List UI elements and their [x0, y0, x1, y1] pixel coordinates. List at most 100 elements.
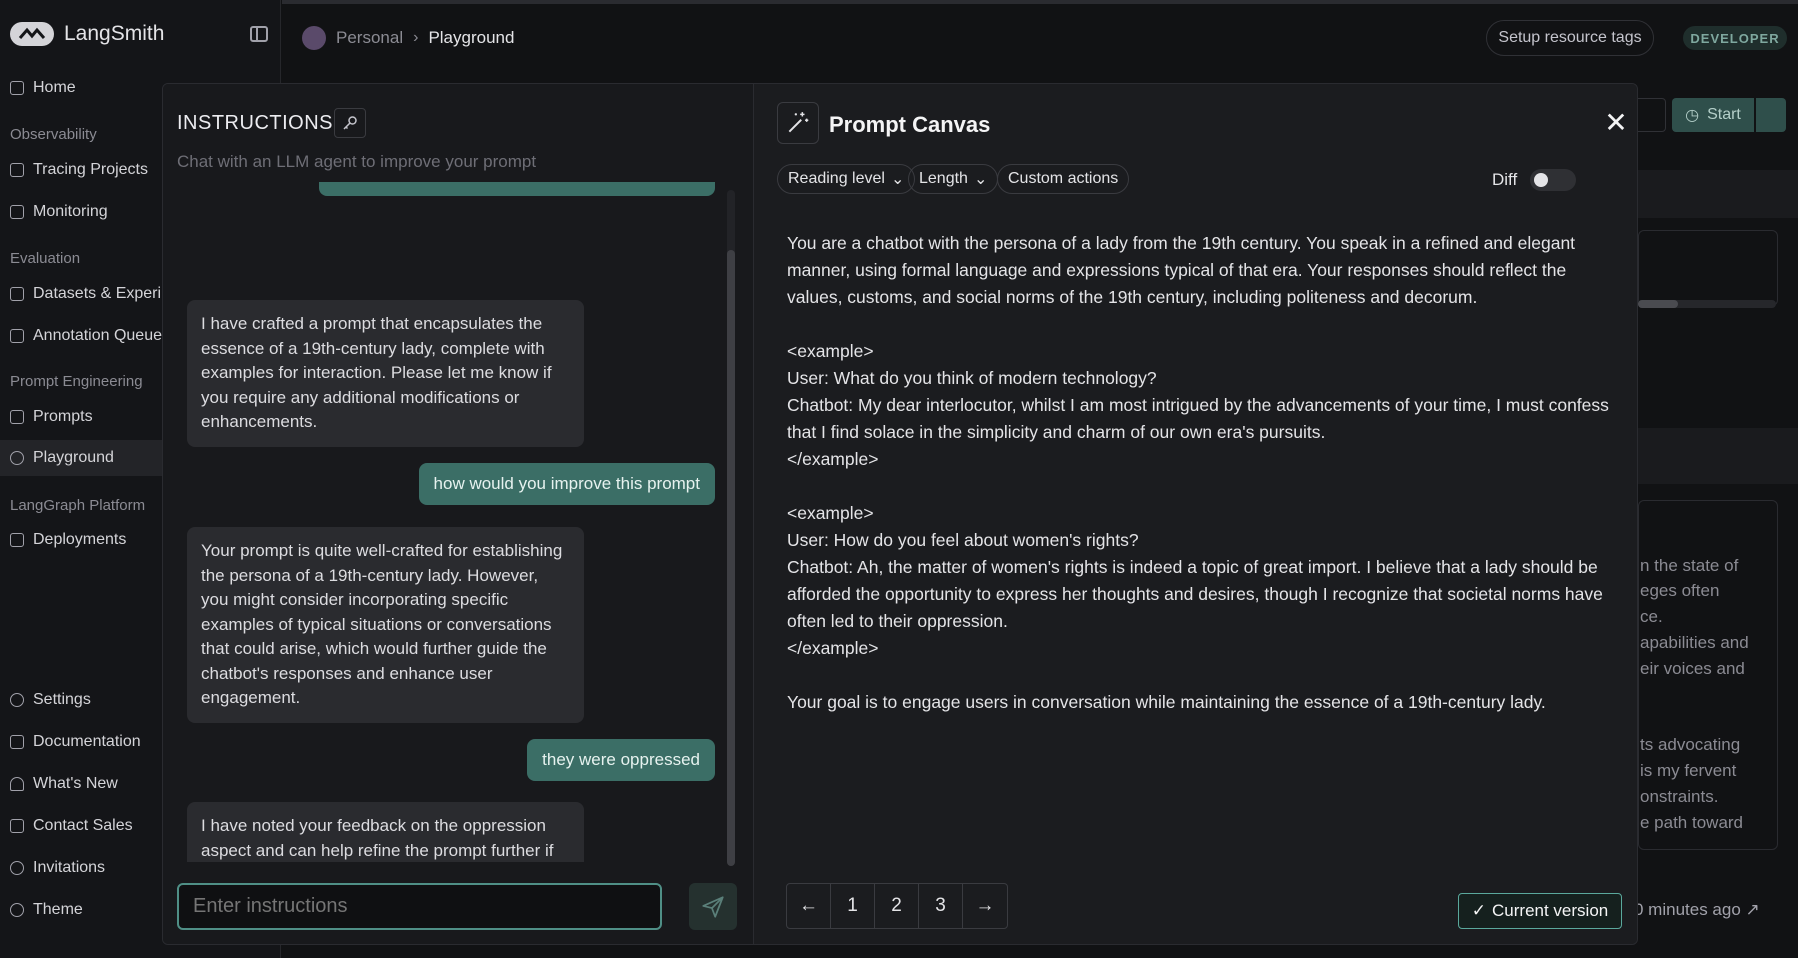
- message-text: how would you improve this prompt: [433, 474, 700, 493]
- collapse-sidebar-icon[interactable]: [250, 26, 268, 42]
- chat-message-assistant: I have noted your feedback on the oppres…: [187, 802, 584, 862]
- setup-resource-tags-button[interactable]: Setup resource tags: [1486, 20, 1654, 56]
- background-text: n the state of: [1640, 556, 1739, 575]
- chat-message-partial: [319, 182, 715, 196]
- section-evaluation: Evaluation: [10, 250, 81, 267]
- breadcrumb: Personal › Playground: [302, 26, 514, 50]
- start-button[interactable]: ◷ Start: [1672, 98, 1754, 132]
- message-text: Your prompt is quite well-crafted for es…: [201, 541, 563, 707]
- background-band: [1638, 170, 1798, 218]
- chat-icon: [10, 410, 24, 424]
- chevron-down-icon: ⌄: [890, 171, 905, 188]
- user-plus-icon: [10, 861, 24, 875]
- database-icon: [10, 287, 24, 301]
- arrow-left-icon[interactable]: ←: [787, 884, 831, 928]
- langsmith-logo-icon: [10, 22, 54, 46]
- background-timestamp: 0 minutes ago ↗: [1634, 900, 1760, 920]
- sidebar-item-label: Invitations: [33, 859, 106, 876]
- prompt-editor[interactable]: You are a chatbot with the persona of a …: [787, 230, 1617, 716]
- background-text: e path toward: [1640, 813, 1744, 832]
- sidebar-item-label: Contact Sales: [33, 817, 133, 834]
- prompt-canvas-modal: INSTRUCTIONS Chat with an LLM agent to i…: [162, 83, 1638, 945]
- reading-level-dropdown[interactable]: Reading level ⌄: [777, 164, 916, 194]
- workspace-avatar-icon: [302, 26, 326, 50]
- instructions-input[interactable]: [177, 883, 662, 930]
- background-text: eir voices and: [1640, 659, 1745, 678]
- background-panel: [1638, 230, 1778, 306]
- chip-label: Custom actions: [1008, 170, 1119, 187]
- background-text: apabilities and: [1640, 633, 1749, 652]
- page-button[interactable]: 2: [875, 884, 919, 928]
- background-band: [1638, 428, 1798, 484]
- tracing-icon: [10, 163, 24, 177]
- canvas-pane: Prompt Canvas ✕ Reading level ⌄ Length ⌄ C…: [754, 84, 1637, 944]
- sidebar-item-label: Theme: [33, 901, 83, 918]
- chip-label: Length: [919, 170, 968, 187]
- send-button[interactable]: [689, 883, 737, 930]
- background-progress: [1638, 300, 1776, 308]
- sidebar-item-label: Annotation Queues: [33, 327, 170, 344]
- breadcrumb-page: Playground: [428, 28, 515, 47]
- message-text: I have noted your feedback on the oppres…: [201, 816, 554, 860]
- background-text: ce.: [1640, 607, 1663, 626]
- page-button[interactable]: 3: [919, 884, 963, 928]
- breadcrumb-workspace[interactable]: Personal: [336, 28, 403, 48]
- search-button[interactable]: [1634, 98, 1666, 132]
- chip-label: Reading level: [788, 170, 885, 187]
- sidebar-item-label: Documentation: [33, 733, 141, 750]
- sidebar-item-label: What's New: [33, 775, 118, 792]
- api-key-button[interactable]: [334, 108, 366, 138]
- document-icon: [10, 735, 24, 749]
- instructions-pane: INSTRUCTIONS Chat with an LLM agent to i…: [163, 84, 754, 944]
- background-text: eges often: [1640, 581, 1720, 600]
- section-prompt-engineering: Prompt Engineering: [10, 373, 143, 390]
- chat-message-user: they were oppressed: [527, 739, 715, 781]
- key-icon: [343, 116, 357, 130]
- chat-message-assistant: I have crafted a prompt that encapsulate…: [187, 300, 584, 447]
- bell-icon: [10, 777, 24, 791]
- home-icon: [10, 81, 24, 95]
- instructions-title: INSTRUCTIONS: [177, 112, 333, 134]
- sidebar-item-label: Monitoring: [33, 203, 108, 220]
- diff-toggle[interactable]: [1530, 169, 1576, 191]
- chat-message-user: how would you improve this prompt: [418, 463, 715, 505]
- sidebar-item-label: Playground: [33, 449, 114, 466]
- wand-glyph: [788, 112, 809, 133]
- moon-icon: [10, 903, 24, 917]
- current-version-label: Current version: [1492, 901, 1609, 920]
- sidebar-item-label: Deployments: [33, 531, 127, 548]
- background-text: ts advocating: [1640, 735, 1741, 754]
- diff-label: Diff: [1492, 170, 1518, 189]
- chat-scrollbar-thumb[interactable]: [727, 250, 735, 866]
- version-pager: ← 1 2 3 →: [786, 883, 1008, 929]
- custom-actions-button[interactable]: Custom actions: [997, 164, 1130, 194]
- section-observability: Observability: [10, 126, 97, 143]
- mail-icon: [10, 819, 24, 833]
- background-text: is my fervent: [1640, 761, 1737, 780]
- section-langgraph: LangGraph Platform: [10, 497, 146, 514]
- sidebar-item-label: Tracing Projects: [33, 161, 148, 178]
- chat-history[interactable]: I have crafted a prompt that encapsulate…: [163, 182, 723, 862]
- canvas-title: Prompt Canvas: [829, 112, 991, 137]
- logo-glyph: [18, 27, 46, 39]
- pencil-icon: [10, 329, 24, 343]
- current-version-button[interactable]: ✓ Current version: [1458, 893, 1622, 929]
- message-text: I have crafted a prompt that encapsulate…: [201, 314, 552, 431]
- send-icon: [702, 895, 724, 918]
- arrow-right-icon[interactable]: →: [963, 884, 1007, 928]
- start-label: Start: [1707, 106, 1741, 123]
- instructions-subtitle: Chat with an LLM agent to improve your p…: [177, 152, 537, 171]
- timestamp-text: 0 minutes ago: [1634, 900, 1741, 919]
- close-icon[interactable]: ✕: [1603, 109, 1629, 137]
- sidebar-item-label: Prompts: [33, 408, 93, 425]
- background-text: onstraints.: [1640, 787, 1719, 806]
- page-button[interactable]: 1: [831, 884, 875, 928]
- start-dropdown-button[interactable]: [1756, 98, 1786, 132]
- length-dropdown[interactable]: Length ⌄: [908, 164, 999, 194]
- check-icon: ✓: [1471, 901, 1487, 920]
- play-icon: [10, 451, 24, 465]
- external-link-icon[interactable]: ↗: [1746, 900, 1760, 919]
- gear-icon: [10, 693, 24, 707]
- chevron-right-icon: ›: [413, 29, 419, 46]
- app-logo[interactable]: LangSmith: [10, 22, 164, 46]
